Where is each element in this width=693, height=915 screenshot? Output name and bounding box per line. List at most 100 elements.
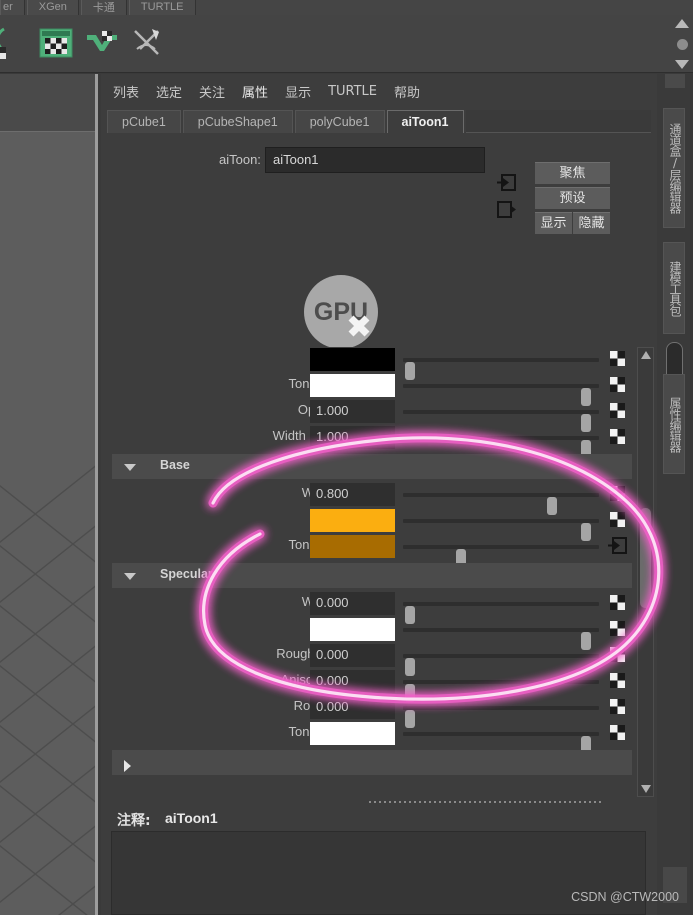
slider-track[interactable] [403,358,599,380]
section-header[interactable]: Specular [112,563,632,588]
value-input[interactable]: 1.000 [310,426,395,449]
tab-pcube1[interactable]: pCube1 [107,110,181,133]
checker-map-icon[interactable] [610,351,625,366]
attribute-editor-panel: 列表 选定 关注 属性 显示 TURTLE 帮助 pCube1 pCubeSha… [101,74,657,915]
attribute-scrollbar[interactable] [637,347,654,797]
checker-map-icon[interactable] [610,673,625,688]
attribute-label: Tonemap [112,724,342,739]
section-header[interactable] [112,750,632,775]
triangle-right-icon[interactable] [124,760,131,772]
checker-map-icon[interactable] [610,403,625,418]
color-swatch[interactable] [310,374,395,397]
notes-textarea[interactable] [111,831,646,915]
slider-track[interactable] [403,493,599,515]
triangle-down-icon[interactable] [675,60,689,69]
node-name-input[interactable]: aiToon1 [265,147,485,173]
scrollbar-thumb[interactable] [640,508,651,608]
checker-map-icon[interactable] [610,486,625,501]
slider-track[interactable] [403,436,599,458]
menu-turtle[interactable]: TURTLE [328,84,377,99]
checker-map-icon[interactable] [610,595,625,610]
menu-selected[interactable]: 选定 [156,82,182,101]
color-swatch[interactable] [310,509,395,532]
shelf-tab-2[interactable]: 卡通 [80,0,127,15]
connection-in-icon[interactable] [497,174,516,191]
rail-tab-modeling-toolkit[interactable]: 建模工具包 [663,242,685,334]
slider-track[interactable] [403,519,599,541]
connection-out-icon[interactable] [497,201,516,218]
tab-pcubeshape1[interactable]: pCubeShape1 [182,110,293,133]
shelf-tab-3[interactable]: TURTLE [128,0,196,15]
attribute-label: Color [112,350,342,365]
preset-button[interactable]: 预设 [535,187,610,209]
attribute-label: Weight [112,485,342,500]
tab-polycube1[interactable]: polyCube1 [294,110,385,133]
slider-track[interactable] [403,732,599,754]
slider-track[interactable] [403,384,599,406]
shelf-tab-0[interactable]: er [0,0,25,15]
hide-button[interactable]: 隐藏 [573,212,610,234]
value-input[interactable]: 0.000 [310,670,395,693]
render-swatch-icon[interactable] [0,23,30,63]
slider-track[interactable] [403,602,599,624]
value-input[interactable]: 0.000 [310,696,395,719]
triangle-down-icon[interactable] [124,464,136,471]
value-input[interactable]: 0.000 [310,644,395,667]
connection-in-icon[interactable] [608,537,627,554]
attribute-editor-menubar: 列表 选定 关注 属性 显示 TURTLE 帮助 [101,74,657,108]
menu-show[interactable]: 显示 [285,82,311,101]
menu-attributes[interactable]: 属性 [242,82,268,101]
attribute-label: Opacity [112,402,342,417]
checker-map-icon[interactable] [610,377,625,392]
menu-focus[interactable]: 关注 [199,82,225,101]
viewport-panel[interactable] [0,74,98,915]
shelf-icons [0,23,168,63]
right-tab-rail: 通道盒/层编辑器 建模工具包 属性编辑器 [657,74,693,915]
tab-aitoon1[interactable]: aiToon1 [386,110,464,133]
slider-track[interactable] [403,410,599,432]
slider-track[interactable] [403,706,599,728]
slider-track[interactable] [403,654,599,676]
viewport-right-border [95,74,98,915]
rail-top-stub [665,74,685,88]
section-header[interactable]: Base [112,454,632,479]
attribute-row: Anisotropy0.000 [112,669,632,702]
triangle-down-icon[interactable] [124,573,136,580]
menu-help[interactable]: 帮助 [394,82,420,101]
show-button[interactable]: 显示 [535,212,572,234]
value-input[interactable]: 0.800 [310,483,395,506]
shelf-tab-1[interactable]: XGen [26,0,79,15]
attribute-row: Color [112,347,632,380]
menu-list[interactable]: 列表 [113,82,139,101]
render-settings-icon[interactable] [128,23,168,63]
triangle-up-icon[interactable] [675,19,689,28]
shelf-scrollbar[interactable] [673,19,691,69]
color-swatch[interactable] [310,535,395,558]
checker-map-icon[interactable] [610,621,625,636]
color-swatch[interactable] [310,722,395,745]
triangle-up-icon[interactable] [641,351,651,359]
rail-tab-channel-box[interactable]: 通道盒/层编辑器 [663,108,685,228]
slider-track[interactable] [403,545,599,567]
scroll-knob[interactable] [676,38,688,50]
material-swatch[interactable]: GPU [304,275,378,349]
attribute-label: Color [112,511,342,526]
checker-map-icon[interactable] [610,647,625,662]
value-input[interactable]: 0.000 [310,592,395,615]
attribute-scroll-area[interactable]: ColorTonemapOpacity1.000Width Scale1.000… [112,347,646,797]
focus-button[interactable]: 聚焦 [535,162,610,184]
triangle-down-icon[interactable] [641,785,651,793]
color-swatch[interactable] [310,618,395,641]
checker-map-icon[interactable] [610,429,625,444]
slider-track[interactable] [403,680,599,702]
attribute-label: Rotation [112,698,342,713]
checker-map-icon[interactable] [610,699,625,714]
checker-map-icon[interactable] [610,512,625,527]
rail-tab-attribute-editor[interactable]: 属性编辑器 [663,374,685,474]
color-swatch[interactable] [310,348,395,371]
slider-track[interactable] [403,628,599,650]
ipr-render-icon[interactable] [82,23,122,63]
value-input[interactable]: 1.000 [310,400,395,423]
render-window-icon[interactable] [36,23,76,63]
checker-map-icon[interactable] [610,725,625,740]
